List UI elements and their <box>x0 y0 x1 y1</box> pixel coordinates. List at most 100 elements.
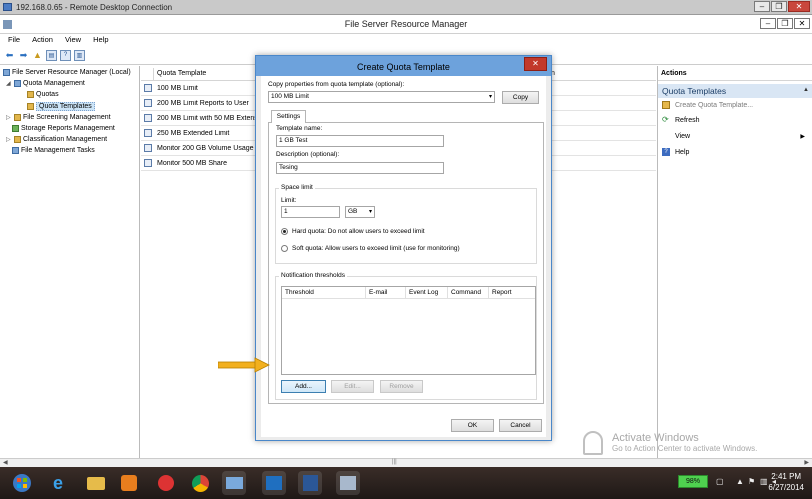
refresh-icon: ⟳ <box>662 115 669 124</box>
expand-arrow-icon[interactable]: ◢ <box>6 80 12 87</box>
folder-icon <box>27 91 34 98</box>
tray-app-icon[interactable]: ▢ <box>716 477 724 486</box>
rdp-close-button[interactable]: ✕ <box>788 1 810 12</box>
notification-thresholds-title: Notification thresholds <box>279 272 347 279</box>
collapsed-arrow-icon[interactable]: ▷ <box>6 114 12 121</box>
tree-item-file-management-tasks[interactable]: File Management Tasks <box>12 147 95 154</box>
navigation-tree: File Server Resource Manager (Local) ◢ Q… <box>0 66 140 458</box>
grid-header-threshold[interactable]: Threshold <box>282 287 366 299</box>
remove-threshold-button[interactable]: Remove <box>380 380 423 393</box>
flag-icon[interactable]: ⚑ <box>748 477 755 486</box>
copy-properties-label: Copy properties from quota template (opt… <box>268 81 405 88</box>
menu-action[interactable]: Action <box>32 34 53 46</box>
word-icon[interactable] <box>298 471 322 495</box>
show-hide-tree-icon[interactable]: ▤ <box>46 49 57 61</box>
tree-item-fsrm-root[interactable]: File Server Resource Manager (Local) <box>3 69 131 76</box>
column-quota-template[interactable]: Quota Template <box>157 70 206 77</box>
close-button[interactable]: ✕ <box>794 18 810 29</box>
tree-item-quota-management[interactable]: ◢ Quota Management <box>6 80 85 87</box>
rdp-restore-button[interactable]: ❐ <box>771 1 787 12</box>
template-icon <box>144 159 152 167</box>
scroll-grip-icon[interactable]: ||| <box>392 459 397 465</box>
rdp-minimize-button[interactable]: – <box>754 1 770 12</box>
template-name-field[interactable]: 1 GB Test <box>276 135 444 147</box>
hard-quota-radio[interactable] <box>281 228 288 235</box>
battery-indicator[interactable]: 98% <box>678 475 708 488</box>
back-icon[interactable]: ⬅ <box>4 50 15 61</box>
create-template-icon <box>662 101 670 109</box>
tree-item-file-screening[interactable]: ▷ File Screening Management <box>6 114 111 121</box>
help-icon[interactable]: ? <box>60 49 71 61</box>
ok-button[interactable]: OK <box>451 419 494 432</box>
horizontal-scrollbar[interactable]: ◀ ||| ▶ <box>0 458 812 467</box>
file-explorer-icon[interactable] <box>84 471 108 495</box>
grid-header-report[interactable]: Report <box>489 287 535 299</box>
tree-item-classification[interactable]: ▷ Classification Management <box>6 136 107 143</box>
show-hidden-icons-icon[interactable]: ▲ <box>736 477 744 486</box>
menu-file[interactable]: File <box>8 34 20 46</box>
internet-explorer-icon[interactable]: e <box>46 471 70 495</box>
up-folder-icon[interactable]: ▲ <box>32 50 43 61</box>
menu-view[interactable]: View <box>65 34 81 46</box>
chevron-down-icon: ▾ <box>368 209 372 215</box>
scroll-right-icon[interactable]: ▶ <box>804 459 809 466</box>
folder-icon <box>27 103 34 110</box>
minimize-button[interactable]: – <box>760 18 776 29</box>
chrome-icon[interactable] <box>188 471 212 495</box>
thresholds-grid[interactable]: Threshold E-mail Event Log Command Repor… <box>281 286 536 375</box>
window-title: File Server Resource Manager <box>344 19 468 29</box>
soft-quota-label[interactable]: Soft quota: Allow users to exceed limit … <box>292 245 460 252</box>
key-watermark-icon <box>583 431 603 455</box>
tree-item-quota-templates[interactable]: Quota Templates <box>27 102 95 111</box>
action-refresh[interactable]: ⟳ Refresh <box>662 116 700 124</box>
rdp-icon <box>3 3 12 11</box>
clock[interactable]: 2:41 PM 6/27/2014 <box>768 471 804 493</box>
space-limit-title: Space limit <box>279 184 315 191</box>
soft-quota-radio[interactable] <box>281 245 288 252</box>
action-help[interactable]: ? Help <box>662 148 689 156</box>
copy-button[interactable]: Copy <box>502 91 539 104</box>
template-icon <box>144 144 152 152</box>
dialog-close-button[interactable]: ✕ <box>524 57 547 71</box>
start-button-icon[interactable] <box>10 471 34 495</box>
action-view[interactable]: View ▶ <box>662 132 809 140</box>
tree-item-quotas[interactable]: Quotas <box>27 91 59 98</box>
show-hide-action-pane-icon[interactable]: ▥ <box>74 49 85 61</box>
limit-value-field[interactable]: 1 <box>281 206 340 218</box>
template-icon <box>144 129 152 137</box>
add-threshold-button[interactable]: Add... <box>281 380 326 393</box>
dialog-body: Copy properties from quota template (opt… <box>261 76 546 437</box>
create-quota-template-dialog: Create Quota Template ✕ Copy properties … <box>255 55 552 441</box>
grid-header-email[interactable]: E-mail <box>366 287 406 299</box>
itunes-icon[interactable] <box>154 471 178 495</box>
description-field[interactable]: Tesing <box>276 162 444 174</box>
cancel-button[interactable]: Cancel <box>499 419 542 432</box>
help-icon: ? <box>662 148 670 156</box>
limit-unit-dropdown[interactable]: GB ▾ <box>345 206 375 218</box>
collapsed-arrow-icon[interactable]: ▷ <box>6 136 12 143</box>
grid-header-command[interactable]: Command <box>448 287 489 299</box>
window-title-bar: File Server Resource Manager – ❐ ✕ <box>0 15 812 34</box>
grid-header-event-log[interactable]: Event Log <box>406 287 448 299</box>
outlook-icon[interactable] <box>262 471 286 495</box>
scroll-left-icon[interactable]: ◀ <box>3 459 8 466</box>
media-player-icon[interactable] <box>117 471 141 495</box>
template-icon <box>144 99 152 107</box>
server-manager-icon[interactable] <box>336 471 360 495</box>
tab-settings[interactable]: Settings <box>271 110 306 123</box>
tree-item-storage-reports[interactable]: Storage Reports Management <box>12 125 115 132</box>
template-name-label: Template name: <box>276 125 323 132</box>
menu-help[interactable]: Help <box>93 34 108 46</box>
rdp-title-bar: 192.168.0.65 - Remote Desktop Connection… <box>0 0 812 15</box>
edit-threshold-button[interactable]: Edit... <box>331 380 374 393</box>
forward-icon[interactable]: ➡ <box>18 50 29 61</box>
network-icon[interactable]: ▥ <box>760 477 768 486</box>
actions-section-quota-templates[interactable]: Quota Templates <box>658 84 812 98</box>
submenu-arrow-icon: ▶ <box>800 133 805 140</box>
action-create-quota-template[interactable]: Create Quota Template... <box>662 101 753 109</box>
remote-desktop-icon[interactable] <box>222 471 246 495</box>
hard-quota-label[interactable]: Hard quota: Do not allow users to exceed… <box>292 228 425 235</box>
copy-template-dropdown[interactable]: 100 MB Limit ▾ <box>268 91 495 103</box>
restore-button[interactable]: ❐ <box>777 18 793 29</box>
system-tray: 98% ▢ ▲ ⚑ ▥ ◂ 2:41 PM 6/27/2014 <box>632 467 812 499</box>
